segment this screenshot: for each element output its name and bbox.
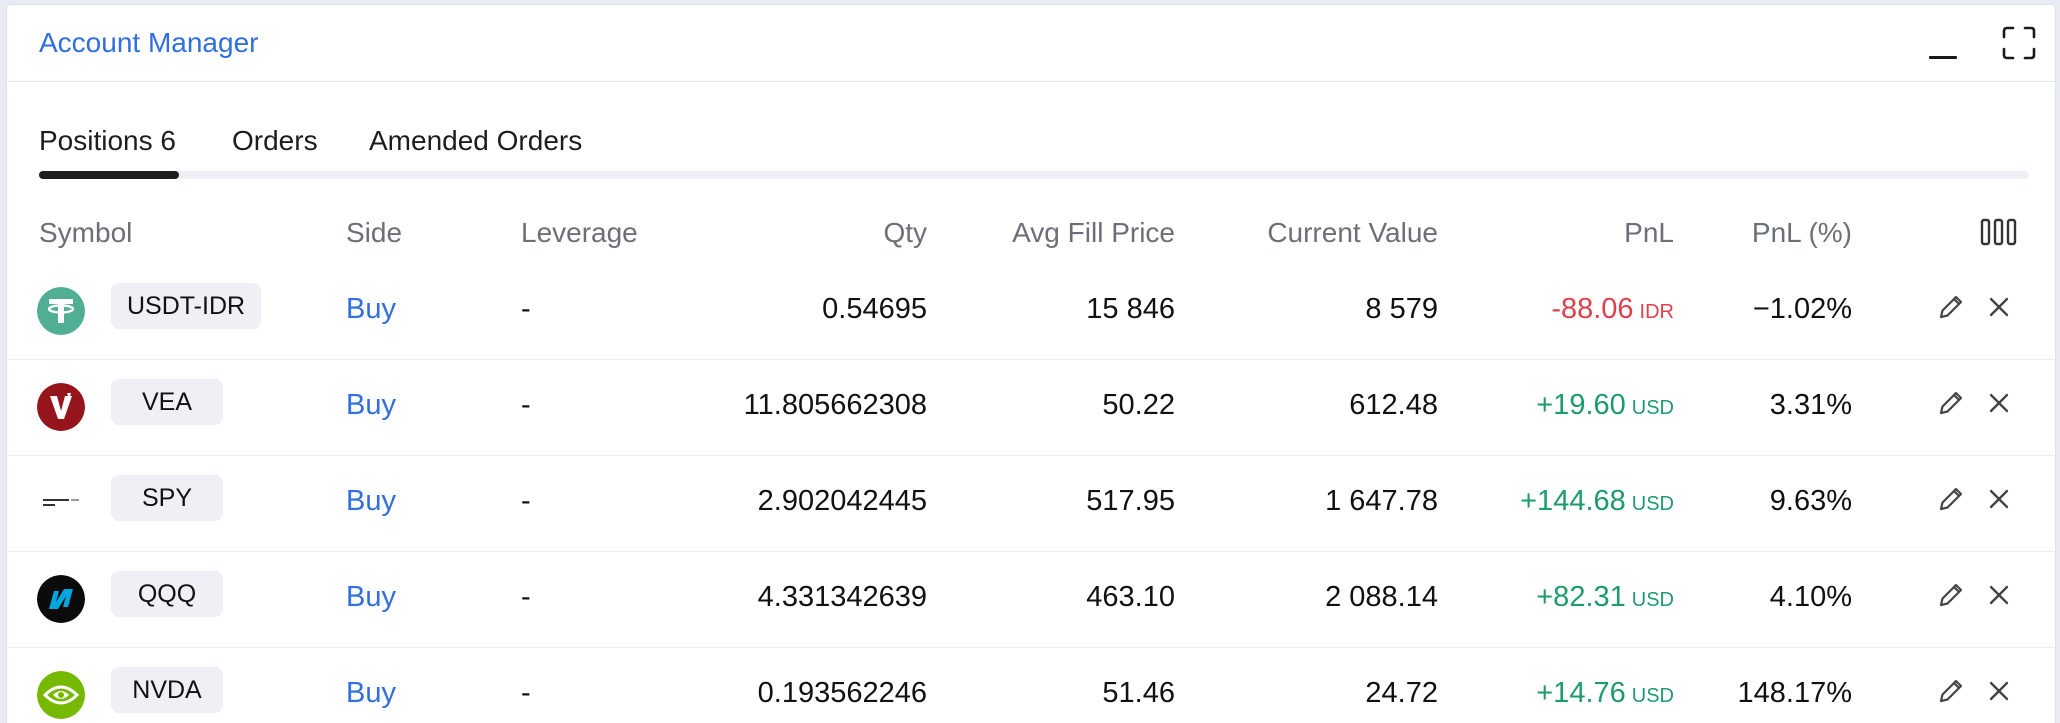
panel-header: Account Manager [7, 5, 2055, 82]
side-link[interactable]: Buy [346, 677, 396, 710]
pnl-currency: USD [1631, 397, 1674, 419]
current-value-value: 8 579 [1365, 293, 1438, 325]
avg-fill-price-value: 463.10 [1086, 581, 1175, 613]
pnl-amount: +19.60 [1536, 389, 1626, 421]
current-value-value: 1 647.78 [1325, 485, 1438, 517]
pnl-currency: IDR [1639, 301, 1674, 323]
nasdaq-icon [37, 575, 85, 623]
col-pnl-pct[interactable]: PnL (%) [1674, 217, 1852, 249]
panel-title: Account Manager [39, 27, 259, 58]
pnl-currency: USD [1631, 589, 1674, 611]
pnl-currency: USD [1631, 685, 1674, 707]
pnl-pct-value: 4.10% [1769, 581, 1852, 613]
leverage-value: - [521, 677, 531, 709]
col-avg-fill-price[interactable]: Avg Fill Price [927, 217, 1175, 249]
pnl-pct-value: 3.31% [1769, 389, 1852, 421]
current-value-value: 2 088.14 [1325, 581, 1438, 613]
side-link[interactable]: Buy [346, 581, 396, 614]
table-row[interactable]: SPY Buy - 2.902042445 517.95 1 647.78 +1… [7, 455, 2055, 552]
leverage-value: - [521, 293, 531, 325]
pnl-currency: USD [1631, 493, 1674, 515]
current-value-value: 24.72 [1365, 677, 1438, 709]
col-pnl[interactable]: PnL [1438, 217, 1674, 249]
side-link[interactable]: Buy [346, 293, 396, 326]
tab-positions[interactable]: Positions 6 [39, 125, 176, 157]
close-icon[interactable] [1983, 387, 2015, 419]
tab-orders[interactable]: Orders [232, 125, 318, 157]
tab-amended-orders[interactable]: Amended Orders [369, 125, 582, 157]
pnl-value: +82.31 USD [1438, 581, 1674, 614]
pnl-amount: -88.06 [1551, 293, 1634, 325]
side-link[interactable]: Buy [346, 485, 396, 518]
col-leverage[interactable]: Leverage [521, 217, 638, 249]
pnl-value: +144.68 USD [1438, 485, 1674, 518]
qty-value: 0.54695 [822, 293, 927, 325]
leverage-value: - [521, 581, 531, 613]
pnl-pct-value: 148.17% [1737, 677, 1853, 709]
qty-value: 4.331342639 [757, 581, 927, 613]
qty-value: 2.902042445 [757, 485, 927, 517]
close-icon[interactable] [1983, 291, 2015, 323]
pnl-value: -88.06 IDR [1438, 293, 1674, 326]
maximize-icon-svg [2002, 26, 2036, 60]
edit-pencil-icon[interactable] [1935, 579, 1967, 611]
qty-value: 0.193562246 [757, 677, 927, 709]
close-icon[interactable] [1983, 483, 2015, 515]
minimize-icon[interactable] [1927, 31, 1961, 61]
tab-track [39, 171, 2029, 179]
table-row[interactable]: NVDA Buy - 0.193562246 51.46 24.72 +14.7… [7, 647, 2055, 723]
avg-fill-price-value: 50.22 [1102, 389, 1175, 421]
tab-active-indicator [39, 171, 179, 179]
pnl-value: +14.76 USD [1438, 677, 1674, 710]
close-icon[interactable] [1983, 579, 2015, 611]
edit-pencil-icon[interactable] [1935, 675, 1967, 707]
edit-pencil-icon[interactable] [1935, 291, 1967, 323]
col-side[interactable]: Side [346, 217, 402, 249]
close-icon[interactable] [1983, 675, 2015, 707]
qty-value: 11.805662308 [743, 389, 927, 421]
table-row[interactable]: USDT-IDR Buy - 0.54695 15 846 8 579 -88.… [7, 263, 2055, 360]
edit-pencil-icon[interactable] [1935, 387, 1967, 419]
pnl-pct-value: −1.02% [1752, 293, 1852, 325]
avg-fill-price-value: 51.46 [1102, 677, 1175, 709]
pnl-amount: +14.76 [1536, 677, 1626, 709]
symbol-chip[interactable]: NVDA [111, 667, 223, 713]
col-current-value[interactable]: Current Value [1175, 217, 1438, 249]
avg-fill-price-value: 517.95 [1086, 485, 1175, 517]
leverage-value: - [521, 485, 531, 517]
table-row[interactable]: VEA Buy - 11.805662308 50.22 612.48 +19.… [7, 359, 2055, 456]
pnl-amount: +82.31 [1536, 581, 1626, 613]
pnl-pct-value: 9.63% [1769, 485, 1852, 517]
symbol-chip[interactable]: USDT-IDR [111, 283, 262, 329]
side-link[interactable]: Buy [346, 389, 396, 422]
columns-icon[interactable] [1979, 217, 2019, 247]
col-qty[interactable]: Qty [727, 217, 927, 249]
symbol-chip[interactable]: VEA [111, 379, 223, 425]
maximize-icon[interactable] [2001, 25, 2037, 61]
table-row[interactable]: QQQ Buy - 4.331342639 463.10 2 088.14 +8… [7, 551, 2055, 648]
pnl-value: +19.60 USD [1438, 389, 1674, 422]
avg-fill-price-value: 15 846 [1086, 293, 1175, 325]
tether-icon [37, 287, 85, 335]
pnl-amount: +144.68 [1520, 485, 1626, 517]
symbol-chip[interactable]: SPY [111, 475, 223, 521]
symbol-chip[interactable]: QQQ [111, 571, 223, 617]
nvidia-icon [37, 671, 85, 719]
vanguard-icon [37, 383, 85, 431]
state-street-spdr-icon [37, 479, 85, 527]
account-manager-panel: Account Manager Positions 6 Orders Amend… [6, 4, 2056, 723]
current-value-value: 612.48 [1349, 389, 1438, 421]
edit-pencil-icon[interactable] [1935, 483, 1967, 515]
col-symbol[interactable]: Symbol [39, 217, 132, 249]
leverage-value: - [521, 389, 531, 421]
